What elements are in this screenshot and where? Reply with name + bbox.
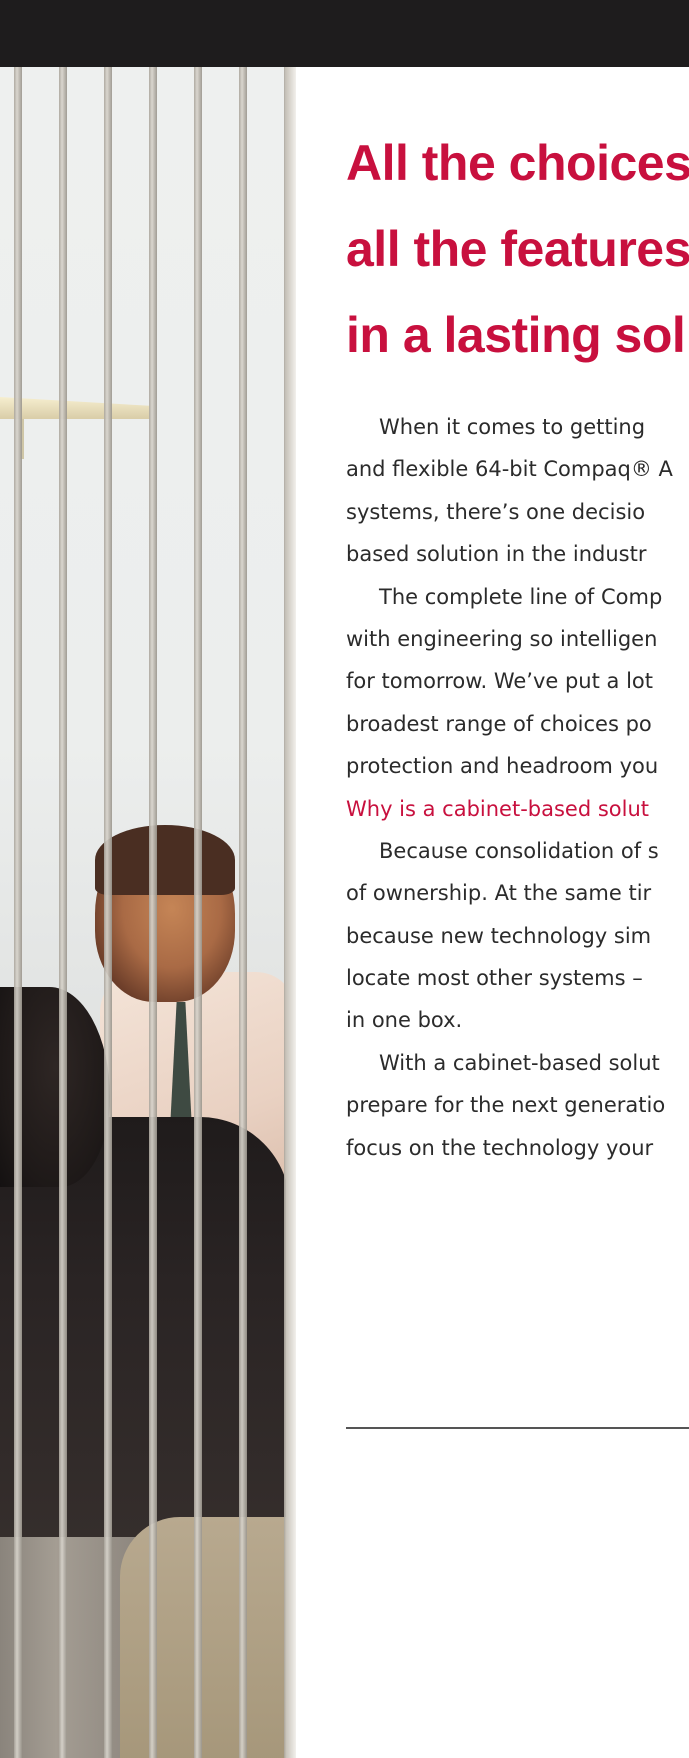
paragraph-1-line-3: systems, there’s one decisio	[346, 499, 646, 524]
paragraph-3-line-2: of ownership. At the same tir	[346, 881, 652, 906]
paragraph-1-line-1: When it comes to getting	[379, 415, 646, 439]
headline: All the choices all the features in a la…	[346, 120, 689, 378]
paragraph-2-line-1: The complete line of Comp	[379, 584, 663, 609]
paragraph-4-line-1: With a cabinet-based solut	[379, 1050, 660, 1075]
section-divider	[346, 1427, 689, 1429]
paragraph-3-line-4: locate most other systems –	[346, 966, 643, 991]
top-bar	[0, 0, 689, 67]
paragraph-1-line-2: and flexible 64-bit Compaq® A	[346, 457, 673, 482]
paragraph-4-line-3: focus on the technology your	[346, 1135, 654, 1160]
headline-line-3: in a lasting sol	[346, 307, 686, 363]
paragraph-2-line-3: for tomorrow. We’ve put a lot	[346, 669, 653, 694]
headline-line-1: All the choices	[346, 135, 689, 191]
paragraph-4-line-2: prepare for the next generatio	[346, 1093, 666, 1118]
paragraph-3-line-5: in one box.	[346, 1008, 463, 1033]
paragraph-2-line-5: protection and headroom you	[346, 754, 659, 779]
subheading: Why is a cabinet-based solut	[346, 796, 650, 821]
photo-edge	[286, 67, 296, 1758]
paragraph-2-line-4: broadest range of choices po	[346, 711, 652, 736]
office-photo	[0, 67, 296, 1758]
body-copy: When it comes to getting and flexible 64…	[346, 406, 689, 1169]
paragraph-3-line-1: Because consolidation of s	[379, 838, 659, 863]
paragraph-3-line-3: because new technology sim	[346, 923, 652, 948]
headline-line-2: all the features	[346, 221, 689, 277]
paragraph-2-line-2: with engineering so intelligen	[346, 626, 658, 651]
window-blinds	[0, 67, 296, 1758]
paragraph-1-line-4: based solution in the industr	[346, 542, 647, 567]
